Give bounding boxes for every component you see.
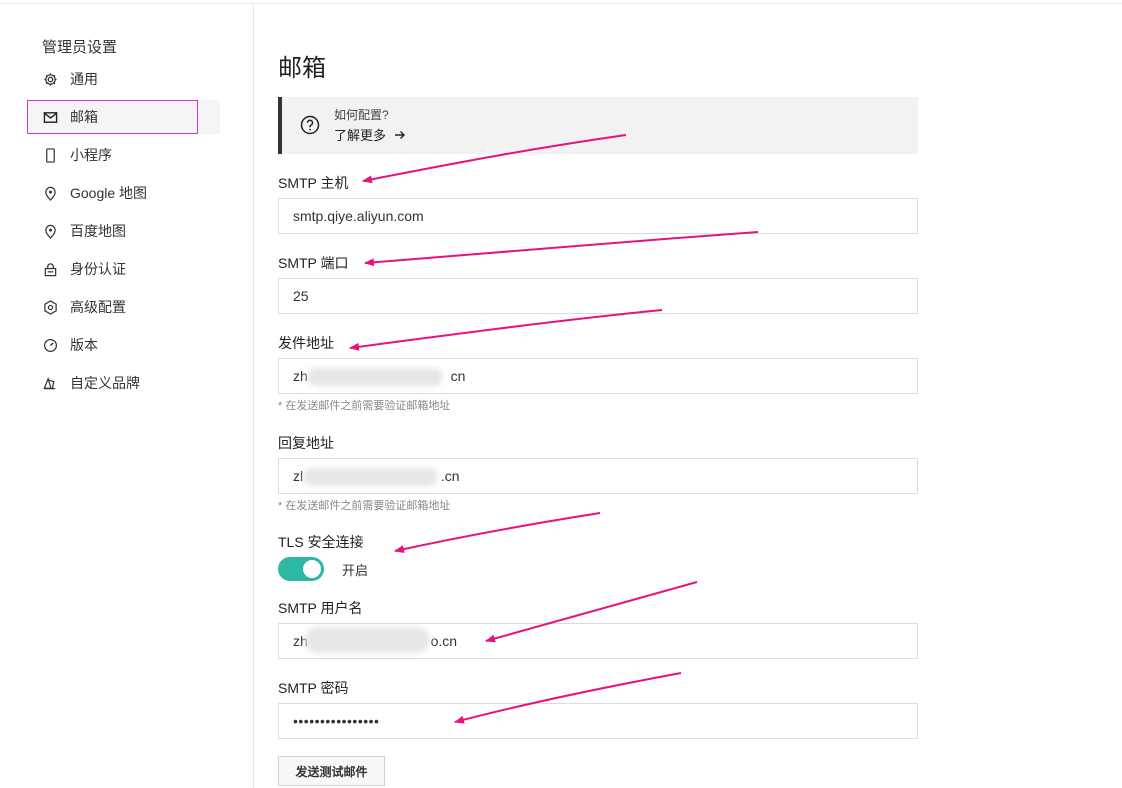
smtp-password-label: SMTP 密码 — [278, 680, 349, 696]
sidebar-item-label: 高级配置 — [70, 299, 126, 315]
help-question: 如何配置? — [334, 108, 389, 122]
smtp-user-suffix: o.cn — [430, 633, 458, 649]
redaction-blur — [305, 627, 430, 653]
sidebar-item-label: 版本 — [70, 337, 98, 353]
sidebar-item-label: 小程序 — [70, 147, 112, 163]
page-title: 邮箱 — [278, 55, 326, 82]
sidebar-item-label: 通用 — [70, 71, 98, 87]
gear-icon — [42, 71, 58, 87]
sidebar-item-branding[interactable]: 自定义品牌 — [27, 366, 220, 400]
sidebar-item-baidu-map[interactable]: 百度地图 — [27, 214, 220, 248]
arrow-right-icon — [395, 130, 406, 139]
smtp-host-input[interactable]: smtp.qiye.aliyun.com — [278, 198, 918, 234]
smtp-host-label: SMTP 主机 — [278, 175, 349, 191]
tls-state-label: 开启 — [342, 563, 369, 578]
sidebar-item-advanced[interactable]: 高级配置 — [27, 290, 220, 324]
arrow-smtp-port — [364, 231, 759, 267]
learn-more-link[interactable]: 了解更多 — [334, 125, 406, 144]
redaction-blur — [307, 368, 443, 386]
phone-icon — [42, 147, 58, 163]
toggle-knob — [303, 560, 321, 578]
lock-icon — [42, 261, 58, 277]
from-address-prefix: zh — [293, 368, 308, 384]
question-circle-icon — [300, 115, 320, 140]
smtp-port-value: 25 — [293, 288, 309, 304]
from-address-hint: * 在发送邮件之前需要验证邮箱地址 — [278, 400, 451, 412]
smtp-user-label: SMTP 用户名 — [278, 600, 363, 616]
arrow-tls — [394, 512, 601, 554]
sidebar-title: 管理员设置 — [42, 39, 118, 56]
smtp-password-value: •••••••••••••••• — [293, 713, 380, 729]
sidebar-item-label: 百度地图 — [70, 223, 126, 239]
map-pin-icon — [42, 223, 58, 239]
learn-more-label: 了解更多 — [334, 128, 387, 143]
smtp-password-input[interactable]: •••••••••••••••• — [278, 703, 918, 739]
sidebar-item-version[interactable]: 版本 — [27, 328, 220, 362]
gauge-icon — [42, 337, 58, 353]
sidebar-item-general[interactable]: 通用 — [27, 62, 220, 96]
map-pin-icon — [42, 185, 58, 201]
smtp-port-label: SMTP 端口 — [278, 255, 349, 271]
highlight-box — [27, 100, 198, 134]
from-address-label: 发件地址 — [278, 335, 334, 351]
smtp-host-value: smtp.qiye.aliyun.com — [293, 208, 424, 224]
sidebar-item-label: 身份认证 — [70, 261, 126, 277]
sidebar-item-google-map[interactable]: Google 地图 — [27, 176, 220, 210]
tls-toggle[interactable] — [278, 557, 324, 581]
brand-icon — [42, 375, 58, 391]
redaction-blur — [303, 468, 438, 486]
reply-address-prefix: zl — [293, 468, 304, 484]
sidebar-item-mail[interactable]: 邮箱 — [27, 100, 220, 134]
sidebar-item-auth[interactable]: 身份认证 — [27, 252, 220, 286]
send-test-email-button[interactable]: 发送测试邮件 — [278, 756, 385, 786]
tls-label: TLS 安全连接 — [278, 534, 364, 550]
help-banner: 如何配置? 了解更多 — [278, 97, 918, 154]
hex-gear-icon — [42, 299, 58, 315]
reply-address-hint: * 在发送邮件之前需要验证邮箱地址 — [278, 500, 451, 512]
sidebar-item-label: Google 地图 — [70, 185, 148, 201]
sidebar-item-label: 自定义品牌 — [70, 375, 140, 391]
smtp-port-input[interactable]: 25 — [278, 278, 918, 314]
reply-address-suffix: .cn — [440, 468, 460, 484]
sidebar-item-miniprogram[interactable]: 小程序 — [27, 138, 220, 172]
arrow-from-address — [349, 309, 663, 351]
from-address-suffix: cn — [450, 368, 466, 384]
reply-address-label: 回复地址 — [278, 435, 334, 451]
